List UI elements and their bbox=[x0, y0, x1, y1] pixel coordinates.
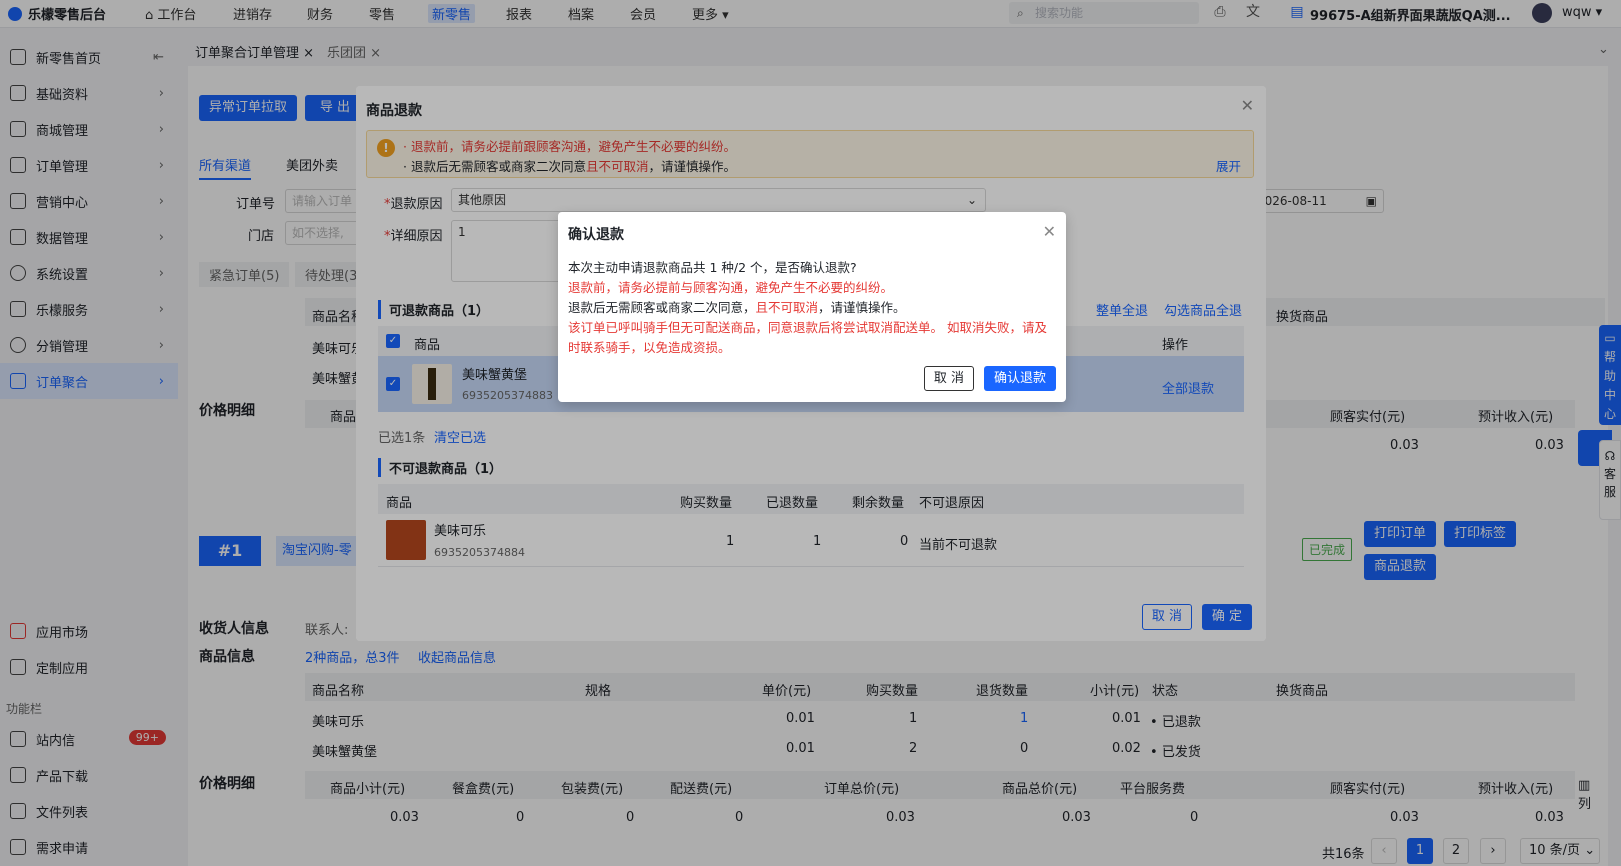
confirm-line-4: 该订单已呼叫骑手但无可配送商品，同意退款后将尝试取消配送单。 如取消失败，请及 bbox=[568, 320, 1047, 335]
confirm-cancel-button[interactable]: 取 消 bbox=[924, 366, 974, 391]
confirm-refund-button[interactable]: 确认退款 bbox=[984, 366, 1056, 391]
confirm-line-2: 退款前，请务必提前与顾客沟通，避免产生不必要的纠纷。 bbox=[568, 280, 894, 295]
confirm-refund-dialog: 确认退款 ✕ 本次主动申请退款商品共 1 种/2 个，是否确认退款? 退款前，请… bbox=[558, 212, 1066, 402]
confirm-dialog-title: 确认退款 bbox=[568, 227, 624, 243]
close-icon[interactable]: ✕ bbox=[1043, 222, 1056, 241]
confirm-line-5: 时联系骑手，以免造成资损。 bbox=[568, 340, 731, 355]
confirm-line-1: 本次主动申请退款商品共 1 种/2 个，是否确认退款? bbox=[568, 260, 857, 275]
confirm-line-3: 退款后无需顾客或商家二次同意，且不可取消，请谨慎操作。 bbox=[568, 300, 906, 315]
